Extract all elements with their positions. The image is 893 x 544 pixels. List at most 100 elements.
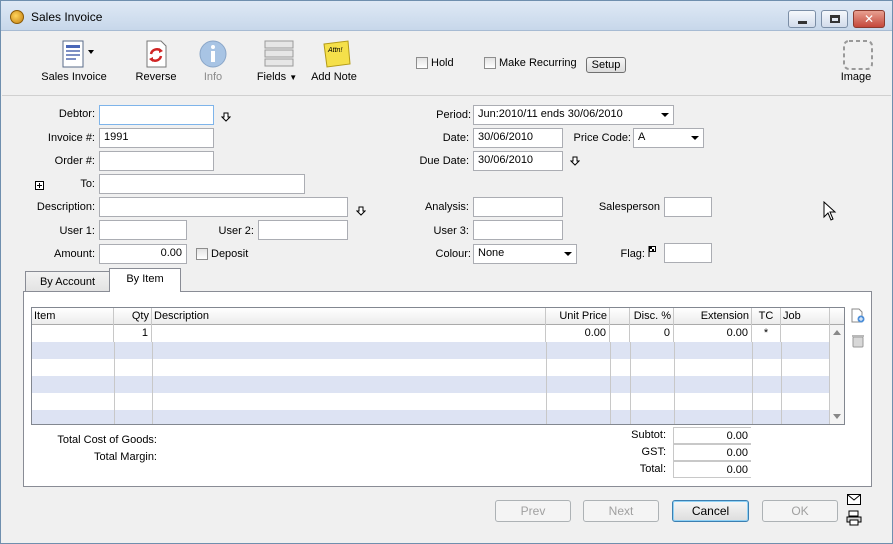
- info-icon: [198, 38, 228, 68]
- scroll-up-icon[interactable]: [833, 330, 841, 335]
- prev-button[interactable]: Prev: [495, 500, 571, 522]
- ok-button[interactable]: OK: [762, 500, 838, 522]
- fields-label-text: Fields: [256, 71, 287, 83]
- cell-item[interactable]: [32, 325, 114, 342]
- reverse-label: Reverse: [135, 71, 177, 83]
- debtor-lookup-arrow-icon[interactable]: [221, 112, 231, 122]
- subtot-label: Subtot:: [631, 429, 666, 441]
- user3-input[interactable]: [473, 220, 563, 240]
- sales-invoice-label: Sales Invoice: [41, 71, 107, 83]
- table-row[interactable]: [32, 376, 830, 393]
- col-header-extension[interactable]: Extension: [674, 308, 752, 325]
- invoice-number-input[interactable]: 1991: [99, 128, 214, 148]
- cell-unit-price[interactable]: 0.00: [546, 325, 610, 342]
- deposit-label: Deposit: [211, 248, 249, 260]
- sales-invoice-button[interactable]: Sales Invoice: [38, 38, 110, 83]
- cell-extension[interactable]: 0.00: [674, 325, 752, 342]
- user2-input[interactable]: [258, 220, 348, 240]
- make-recurring-label: Make Recurring: [499, 57, 577, 69]
- analysis-input[interactable]: [473, 197, 563, 217]
- maximize-button[interactable]: [821, 10, 848, 28]
- col-header-blank[interactable]: [610, 308, 630, 325]
- due-date-input[interactable]: 30/06/2010: [473, 151, 563, 171]
- col-header-description[interactable]: Description: [152, 308, 546, 325]
- debtor-label: Debtor:: [58, 108, 95, 120]
- order-number-label: Order #:: [54, 155, 95, 167]
- table-row[interactable]: [32, 359, 830, 376]
- period-dropdown-icon: [661, 113, 669, 117]
- minimize-button[interactable]: [788, 10, 816, 28]
- fields-button[interactable]: Fields ▼: [254, 38, 300, 83]
- toolbar: Sales Invoice Reverse Info Fields ▼ Attn…: [2, 32, 891, 96]
- reverse-button[interactable]: Reverse: [132, 38, 180, 83]
- flag-label: Flag:: [620, 248, 645, 260]
- tab-by-item[interactable]: By Item: [109, 268, 181, 292]
- price-code-select[interactable]: A: [633, 128, 704, 148]
- gst-value: 0.00: [673, 444, 751, 461]
- order-number-input[interactable]: [99, 151, 214, 171]
- minimize-icon: [797, 20, 807, 24]
- sticky-note-icon: Attn!: [319, 38, 351, 68]
- table-row[interactable]: [32, 410, 830, 424]
- delete-line-icon[interactable]: [851, 333, 865, 349]
- date-label: Date:: [442, 132, 469, 144]
- close-button[interactable]: ✕: [853, 10, 885, 28]
- col-header-job[interactable]: Job: [781, 308, 830, 325]
- date-input[interactable]: 30/06/2010: [473, 128, 563, 148]
- grid-scrollbar[interactable]: [830, 325, 844, 424]
- fields-label: Fields ▼: [254, 71, 300, 83]
- add-note-button[interactable]: Attn! Add Note: [308, 38, 360, 83]
- invoice-document-icon: [59, 38, 94, 68]
- debtor-input[interactable]: [99, 105, 214, 125]
- user3-label: User 3:: [433, 225, 469, 237]
- cell-disc[interactable]: 0: [630, 325, 674, 342]
- col-header-tc[interactable]: TC: [752, 308, 781, 325]
- col-header-qty[interactable]: Qty: [114, 308, 152, 325]
- table-row[interactable]: [32, 393, 830, 410]
- cell-blank[interactable]: [610, 325, 630, 342]
- amount-input[interactable]: 0.00: [99, 244, 187, 264]
- cell-job[interactable]: [781, 325, 830, 342]
- image-label: Image: [840, 71, 872, 83]
- image-button[interactable]: Image: [836, 38, 876, 83]
- period-select[interactable]: Jun:2010/11 ends 30/06/2010: [473, 105, 674, 125]
- table-row[interactable]: [32, 342, 830, 359]
- title-bar[interactable]: Sales Invoice ✕: [1, 1, 892, 31]
- info-button[interactable]: Info: [195, 38, 231, 83]
- printer-icon[interactable]: [846, 510, 862, 526]
- due-date-lookup-arrow-icon[interactable]: [570, 156, 580, 166]
- tab-by-account[interactable]: By Account: [25, 271, 110, 293]
- user1-input[interactable]: [99, 220, 187, 240]
- colour-dropdown-icon: [564, 252, 572, 256]
- line-items-grid[interactable]: Item Qty Description Unit Price Disc. % …: [31, 307, 845, 425]
- cancel-button[interactable]: Cancel: [672, 500, 749, 522]
- hold-checkbox[interactable]: [416, 57, 428, 69]
- gst-label: GST:: [641, 446, 666, 458]
- deposit-checkbox[interactable]: [196, 248, 208, 260]
- description-input[interactable]: [99, 197, 348, 217]
- make-recurring-checkbox[interactable]: [484, 57, 496, 69]
- chevron-down-icon: ▼: [289, 73, 298, 82]
- price-code-label: Price Code:: [573, 132, 631, 144]
- description-label: Description:: [36, 201, 95, 213]
- total-cost-of-goods-label: Total Cost of Goods:: [57, 434, 157, 446]
- cell-qty[interactable]: 1: [114, 325, 152, 342]
- next-button[interactable]: Next: [583, 500, 659, 522]
- cell-description[interactable]: [152, 325, 546, 342]
- col-header-disc[interactable]: Disc. %: [630, 308, 674, 325]
- col-header-item[interactable]: Item: [32, 308, 114, 325]
- price-code-value: A: [638, 131, 646, 143]
- table-row[interactable]: 1 0.00 0 0.00 *: [32, 325, 830, 342]
- to-input[interactable]: [99, 174, 305, 194]
- email-icon[interactable]: [847, 494, 861, 505]
- scroll-down-icon[interactable]: [833, 414, 841, 419]
- col-header-unit-price[interactable]: Unit Price: [546, 308, 610, 325]
- flag-input[interactable]: [664, 243, 712, 263]
- add-line-icon[interactable]: [851, 308, 865, 324]
- cell-tc[interactable]: *: [752, 325, 781, 342]
- colour-select[interactable]: None: [473, 244, 577, 264]
- description-lookup-arrow-icon[interactable]: [356, 206, 366, 216]
- window-title: Sales Invoice: [31, 10, 103, 24]
- setup-button[interactable]: Setup: [586, 57, 626, 73]
- salesperson-input[interactable]: [664, 197, 712, 217]
